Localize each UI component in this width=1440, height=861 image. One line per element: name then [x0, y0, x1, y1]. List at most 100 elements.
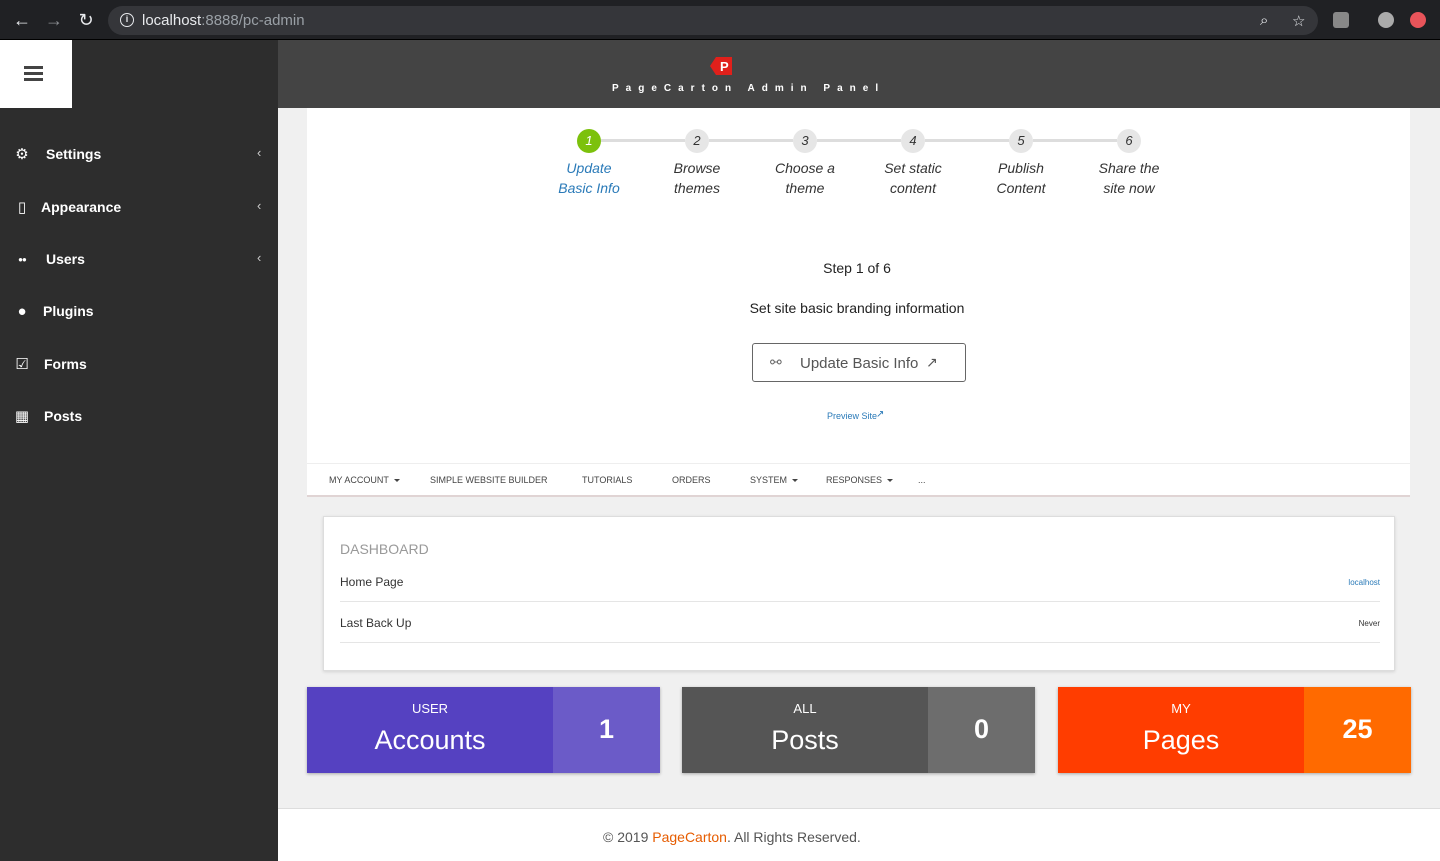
tile-count: 1: [598, 714, 615, 744]
profile-avatar[interactable]: [1378, 12, 1394, 28]
tile-label-area: MY Pages: [1058, 687, 1304, 773]
sidebar-item-forms[interactable]: ☑ Forms: [0, 345, 278, 385]
pagecarton-link[interactable]: PageCarton: [652, 829, 727, 845]
sidebar-item-plugins[interactable]: ● Plugins: [0, 292, 278, 332]
caret-down-icon: [393, 479, 400, 483]
tile-caption: MY: [1171, 701, 1191, 716]
sidebar-item-users[interactable]: ●● Users ‹: [0, 240, 278, 280]
preview-site-link[interactable]: Preview Site: [827, 411, 877, 421]
divider: [340, 642, 1380, 643]
nav-my-account[interactable]: MY ACCOUNT: [329, 475, 400, 485]
chevron-left-icon: ‹: [257, 145, 262, 160]
stat-tile-posts[interactable]: ALL Posts 0: [682, 687, 1035, 773]
nav-more[interactable]: ...: [918, 475, 926, 485]
last-backup-value: Never: [1358, 619, 1380, 628]
tile-label-area: ALL Posts: [682, 687, 928, 773]
home-page-label: Home Page: [340, 575, 404, 589]
step-4-indicator[interactable]: 4: [901, 129, 925, 153]
step-6-indicator[interactable]: 6: [1117, 129, 1141, 153]
extension-code-icon[interactable]: [1333, 12, 1349, 28]
step-description: Set site basic branding information: [749, 300, 965, 316]
hamburger-menu-button[interactable]: [0, 40, 72, 108]
link-icon: ⚯: [770, 354, 782, 370]
menu-icon: [24, 66, 43, 69]
external-link-icon: ↗: [876, 409, 885, 420]
sidebar-item-label: Posts: [44, 408, 83, 424]
step-connector: [925, 139, 1009, 142]
sidebar-item-label: Forms: [44, 356, 87, 372]
tile-title: Accounts: [374, 725, 486, 755]
caret-down-icon: [887, 479, 894, 483]
stat-tile-pages[interactable]: MY Pages 25: [1058, 687, 1411, 773]
step-connector: [601, 139, 685, 142]
users-icon: ●●: [18, 255, 27, 264]
chevron-left-icon: ‹: [257, 198, 262, 213]
checkbox-icon: ☑: [15, 356, 29, 373]
admin-panel-title: PageCarton Admin Panel: [612, 83, 886, 94]
step-1-label[interactable]: Update Basic Info: [534, 158, 644, 198]
step-6-label[interactable]: Share the site now: [1074, 158, 1184, 198]
sidebar-item-settings[interactable]: ⚙ Settings ‹: [0, 135, 278, 175]
step-connector: [709, 139, 793, 142]
divider: [340, 601, 1380, 602]
back-icon[interactable]: ←: [12, 10, 32, 30]
reload-icon[interactable]: ↻: [76, 10, 96, 30]
tile-caption: ALL: [793, 701, 817, 716]
step-connector: [817, 139, 901, 142]
tile-count-area: 1: [553, 687, 660, 773]
update-basic-info-button[interactable]: ⚯ Update Basic Info ↗: [752, 343, 966, 382]
dashboard-title: DASHBOARD: [340, 541, 429, 557]
tile-title: Posts: [771, 725, 839, 755]
tile-count-area: 0: [928, 687, 1035, 773]
browser-toolbar: ← → ↻ i localhost:8888/pc-admin ⌕ ☆: [0, 0, 1440, 40]
sidebar-item-label: Users: [46, 251, 85, 267]
step-counter: Step 1 of 6: [823, 260, 891, 276]
sidebar-item-label: Plugins: [43, 303, 94, 319]
file-icon: ▯: [17, 199, 27, 216]
bookmark-star-icon[interactable]: ☆: [1292, 12, 1305, 30]
nav-tutorials[interactable]: TUTORIALS: [582, 475, 632, 485]
nav-system[interactable]: SYSTEM: [750, 475, 799, 485]
step-1-indicator[interactable]: 1: [577, 129, 601, 153]
step-2-label[interactable]: Browse themes: [642, 158, 752, 198]
step-5-label[interactable]: Publish Content: [966, 158, 1076, 198]
forward-icon[interactable]: →: [44, 10, 64, 30]
nav-simple-website-builder[interactable]: SIMPLE WEBSITE BUILDER: [430, 475, 548, 485]
external-link-icon: ↗: [926, 354, 938, 370]
site-info-icon[interactable]: i: [120, 13, 134, 27]
gears-icon: ⚙: [15, 146, 29, 163]
pagecarton-logo-icon: P: [710, 57, 732, 75]
home-page-link[interactable]: localhost: [1348, 578, 1380, 587]
url-text[interactable]: localhost:8888/pc-admin: [142, 12, 305, 29]
tile-count-area: 25: [1304, 687, 1411, 773]
step-3-label[interactable]: Choose a theme: [750, 158, 860, 198]
caret-down-icon: [792, 479, 799, 483]
zoom-icon[interactable]: ⌕: [1260, 12, 1268, 29]
sidebar-item-appearance[interactable]: ▯ Appearance ‹: [0, 188, 278, 228]
tile-caption: USER: [411, 701, 449, 716]
sidebar-item-posts[interactable]: ▦ Posts: [0, 397, 278, 437]
step-3-indicator[interactable]: 3: [793, 129, 817, 153]
stat-tile-accounts[interactable]: USER Accounts 1: [307, 687, 660, 773]
tile-label-area: USER Accounts: [307, 687, 553, 773]
sidebar-item-label: Settings: [46, 146, 102, 162]
last-backup-label: Last Back Up: [340, 616, 412, 630]
tile-count: 0: [973, 714, 990, 744]
step-4-label[interactable]: Set static content: [858, 158, 968, 198]
step-connector: [1033, 139, 1117, 142]
sidebar-item-label: Appearance: [41, 199, 122, 215]
circle-icon: ●: [17, 303, 27, 320]
copyright-text: © 2019 PageCarton. All Rights Reserved.: [603, 829, 861, 845]
chevron-left-icon: ‹: [257, 250, 262, 265]
nav-orders[interactable]: ORDERS: [672, 475, 711, 485]
nav-responses[interactable]: RESPONSES: [826, 475, 894, 485]
extension-badge-icon[interactable]: [1410, 12, 1426, 28]
step-2-indicator[interactable]: 2: [685, 129, 709, 153]
dashboard-panel: DASHBOARD Home Page localhost Last Back …: [323, 516, 1395, 671]
address-bar[interactable]: i localhost:8888/pc-admin ⌕ ☆: [108, 6, 1318, 35]
svg-text:P: P: [720, 59, 729, 74]
grid-icon: ▦: [14, 408, 30, 425]
tile-count: 25: [1342, 714, 1373, 744]
footer: © 2019 PageCarton. All Rights Reserved.: [278, 808, 1440, 861]
step-5-indicator[interactable]: 5: [1009, 129, 1033, 153]
